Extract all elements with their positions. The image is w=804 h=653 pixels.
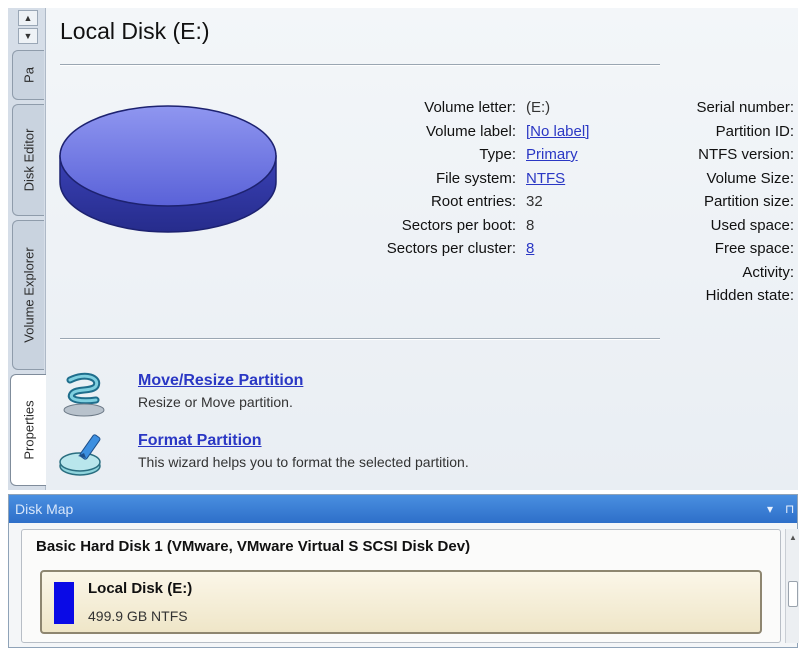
vertical-tab-strip: ▲ ▼ Pa Disk Editor Volume Explorer Prope…	[8, 8, 46, 490]
page-title: Local Disk (E:)	[60, 18, 210, 44]
partition-color-swatch	[54, 582, 74, 624]
volume-properties: Volume letter: (E:) Volume label: [No labe…	[266, 96, 636, 261]
disk-map-header: Disk Map ▾ ⊓	[9, 495, 797, 523]
divider	[60, 338, 660, 339]
scroll-up-button[interactable]: ▲	[18, 10, 38, 26]
tab-label: Disk Editor	[21, 128, 36, 192]
disk-icon	[59, 105, 277, 233]
tab-label: Volume Explorer	[21, 247, 36, 343]
tab-properties[interactable]: Properties	[10, 374, 46, 486]
format-partition-link[interactable]: Format Partition	[138, 432, 262, 450]
partition-name: Local Disk (E:)	[88, 580, 193, 597]
format-partition-icon[interactable]	[56, 432, 114, 478]
prop-label-activity: Activity:	[742, 263, 794, 281]
tab-volume-explorer[interactable]: Volume Explorer	[12, 220, 44, 370]
prop-label: Sectors per cluster:	[386, 240, 516, 257]
prop-label-free-space: Free space:	[714, 240, 794, 257]
action-description: This wizard helps you to format the sele…	[138, 454, 469, 470]
scroll-down-button[interactable]: ▼	[18, 28, 38, 44]
tab-label: Properties	[21, 400, 36, 460]
disk-map-scrollbar[interactable]: ▲	[785, 529, 799, 643]
prop-label: Volume letter:	[424, 99, 516, 116]
prop-label-serial-number: Serial number:	[696, 99, 794, 116]
disk-map-body: Basic Hard Disk 1 (VMware, VMware Virtua…	[21, 529, 781, 643]
move-resize-partition-link[interactable]: Move/Resize Partition	[138, 372, 303, 390]
prop-label-partition-id: Partition ID:	[715, 122, 794, 140]
tab-pa[interactable]: Pa	[12, 50, 44, 100]
dropdown-arrow-icon[interactable]: ▾	[767, 495, 773, 523]
prop-label: Root entries:	[430, 193, 516, 210]
tab-disk-editor[interactable]: Disk Editor	[12, 104, 44, 216]
scroll-up-icon[interactable]: ▲	[789, 533, 797, 542]
disk-map-panel: Disk Map ▾ ⊓ Basic Hard Disk 1 (VMware, …	[8, 494, 799, 648]
disk-title: Basic Hard Disk 1 (VMware, VMware Virtua…	[36, 538, 471, 555]
pin-icon[interactable]: ⊓	[785, 495, 794, 523]
prop-label: File system:	[435, 169, 516, 187]
prop-label-ntfs-version: NTFS version:	[698, 146, 794, 163]
prop-label: Volume label:	[425, 122, 516, 140]
divider	[60, 64, 660, 65]
partition-properties: Serial number: Partition ID: NTFS versio…	[606, 96, 794, 308]
scrollbar-thumb[interactable]	[788, 581, 798, 607]
partition-block[interactable]: Local Disk (E:) 499.9 GB NTFS	[40, 570, 762, 634]
tab-label: Pa	[21, 67, 36, 83]
prop-label-partition-size: Partition size:	[703, 193, 794, 210]
disk-map-title: Disk Map	[15, 501, 74, 517]
prop-label-volume-size: Volume Size:	[706, 169, 794, 187]
prop-label: Sectors per boot:	[401, 216, 516, 234]
prop-label-hidden-state: Hidden state:	[705, 287, 794, 304]
action-description: Resize or Move partition.	[138, 394, 293, 410]
prop-label-used-space: Used space:	[710, 216, 794, 234]
move-resize-icon[interactable]	[56, 372, 114, 418]
partition-info: 499.9 GB NTFS	[88, 608, 188, 624]
properties-panel: Local Disk (E:) Volume letter: (E:) Volum…	[46, 8, 798, 490]
prop-label: Type:	[479, 146, 516, 163]
